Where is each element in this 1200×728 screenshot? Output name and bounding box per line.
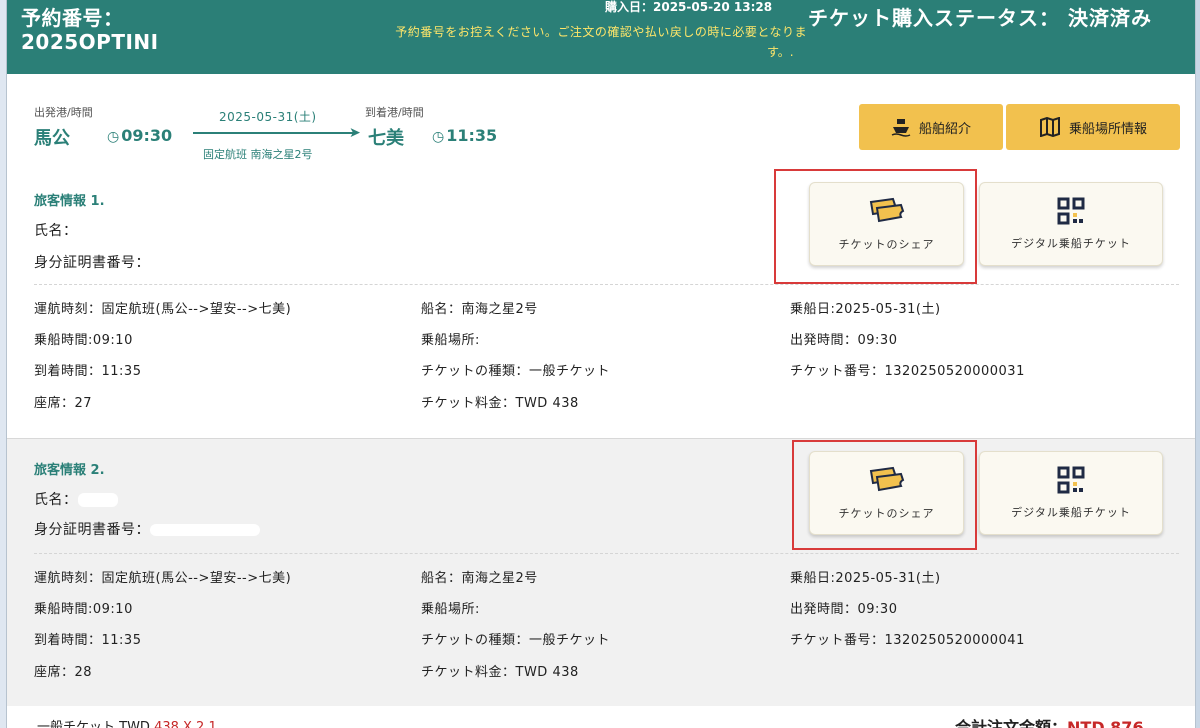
highlight-box: [774, 169, 977, 284]
ship-name: 船名：南海之星2号: [421, 302, 538, 317]
boarding-location-label: 乗船場所情報: [1068, 121, 1147, 137]
ticket-type: チケットの種類：一般チケット: [421, 633, 611, 648]
order-number: 2025OPTINI: [21, 30, 159, 54]
passenger-id: 身分証明書番号：: [34, 252, 250, 272]
ticket-fare: チケット料金：TWD 438: [421, 396, 579, 411]
voyage-date: 2025-05-31(土): [219, 110, 317, 124]
ticket-number: チケット番号：1320250520000031: [790, 364, 1025, 379]
boarding-date: 乗船日:2025-05-31(土): [790, 571, 941, 586]
order-notice: 予約番号をお控えください。ご注文の確認や払い戻しの時に必要となりま: [395, 25, 807, 39]
ship-name: 船名：南海之星2号: [421, 571, 538, 586]
redacted-id: [150, 524, 260, 536]
voyage-ship-line: 固定航班 南海之星2号: [203, 148, 313, 161]
redacted-name: [77, 493, 118, 507]
passenger-section-2: 旅客情報 2. 氏名： 身分証明書番号： チケットのシェア デジタル乗船チケット…: [7, 438, 1195, 706]
arrival-time: 到着時間：11:35: [34, 633, 142, 648]
purchase-date: 購入日：2025-05-20 13:28: [605, 0, 773, 14]
divider: [34, 553, 1179, 554]
boarding-location-button[interactable]: 乗船場所情報: [1006, 104, 1180, 150]
passenger-id: 身分証明書番号：: [34, 519, 260, 539]
passenger-title: 旅客情報 2.: [34, 463, 105, 478]
ticket-fare: チケット料金：TWD 438: [421, 665, 579, 680]
qr-code-icon: [1057, 197, 1085, 225]
arrive-port: 七美: [368, 128, 404, 149]
arrive-time: ◷ 11:35: [432, 126, 498, 145]
redacted-id: [150, 257, 250, 269]
digital-boarding-ticket-button[interactable]: デジタル乗船チケット: [979, 451, 1163, 535]
ship-intro-label: 船舶紹介: [918, 121, 971, 137]
ticket-number: チケット番号：1320250520000041: [790, 633, 1025, 648]
depart-label: 出発港/時間: [34, 106, 93, 119]
depart-port: 馬公: [34, 128, 70, 149]
boarding-place: 乗船場所:: [421, 602, 480, 617]
boarding-time: 乗船時間:09:10: [34, 602, 133, 617]
boarding-place: 乗船場所:: [421, 333, 480, 348]
digital-boarding-ticket-button[interactable]: デジタル乗船チケット: [979, 182, 1163, 266]
divider: [34, 284, 1179, 285]
order-page: 予約番号： 2025OPTINI 購入日：2025-05-20 13:28 予約…: [6, 0, 1196, 728]
redacted-name: [77, 225, 118, 237]
order-number-label: 予約番号：: [21, 6, 124, 30]
purchase-status: チケット購入ステータス： 決済済み: [808, 6, 1152, 30]
order-header: 予約番号： 2025OPTINI 購入日：2025-05-20 13:28 予約…: [7, 0, 1195, 74]
boarding-date: 乗船日:2025-05-31(土): [790, 302, 941, 317]
ticket-type: チケットの種類：一般チケット: [421, 364, 611, 379]
highlight-box: [792, 440, 977, 550]
route-info: 運航時刻：固定航班(馬公-->望安-->七美): [34, 571, 292, 586]
passenger-section-1: 旅客情報 1. 氏名： 身分証明書番号： チケットのシェア デジタル乗船チケット…: [7, 174, 1195, 438]
seat-number: 座席：28: [34, 665, 93, 680]
passenger-title: 旅客情報 1.: [34, 194, 105, 209]
arrive-label: 到着港/時間: [365, 106, 424, 119]
ship-intro-button[interactable]: 船舶紹介: [859, 104, 1003, 150]
departure-time: 出発時間：09:30: [790, 602, 898, 617]
qr-code-icon: [1057, 466, 1085, 494]
map-icon: [1039, 117, 1060, 137]
departure-time: 出発時間：09:30: [790, 333, 898, 348]
route-info: 運航時刻：固定航班(馬公-->望安-->七美): [34, 302, 292, 317]
ship-icon: [891, 119, 911, 137]
clock-icon: ◷: [432, 129, 445, 145]
digital-boarding-ticket-label: デジタル乗船チケット: [1011, 237, 1131, 250]
route-line: [193, 132, 355, 134]
fare-summary: 一般チケット TWD 438 X 2 1: [37, 720, 217, 728]
arrival-time: 到着時間：11:35: [34, 364, 142, 379]
digital-boarding-ticket-label: デジタル乗船チケット: [1011, 506, 1131, 519]
clock-icon: ◷: [107, 129, 120, 145]
passenger-name: 氏名：: [34, 220, 118, 240]
order-notice-cont: す。.: [767, 45, 794, 59]
seat-number: 座席：27: [34, 396, 93, 411]
arrow-right-icon: ➤: [349, 125, 361, 141]
order-total: 合計注文金額：NTD 876: [955, 718, 1144, 728]
passenger-name: 氏名：: [34, 489, 118, 509]
boarding-time: 乗船時間:09:10: [34, 333, 133, 348]
depart-time: ◷ 09:30: [107, 126, 173, 145]
